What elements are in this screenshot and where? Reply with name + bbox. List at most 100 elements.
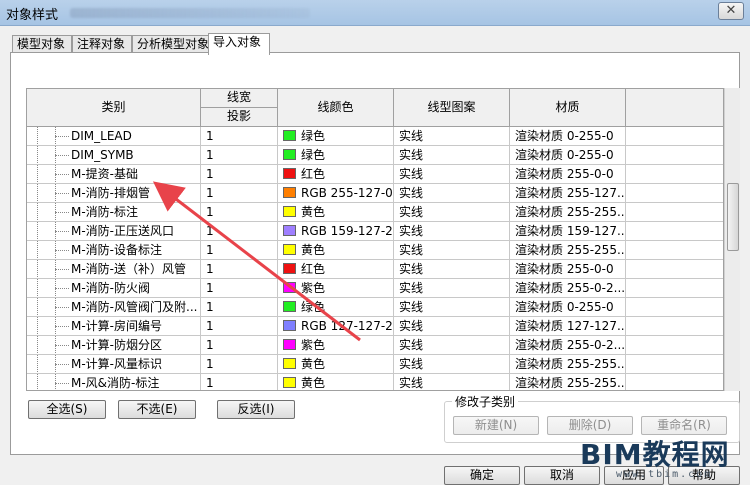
cell-material[interactable]: 渲染材质 255-255... (510, 374, 626, 390)
header-category[interactable]: 类别 (27, 89, 201, 127)
cell-line-weight[interactable]: 1 (201, 260, 278, 279)
cell-line-weight[interactable]: 1 (201, 317, 278, 336)
cell-line-weight[interactable]: 1 (201, 146, 278, 165)
cell-category[interactable]: DIM_LEAD (27, 127, 201, 146)
cell-category[interactable]: M-计算-防烟分区 (27, 336, 201, 355)
table-row[interactable]: M-计算-风量标识 1 黄色 实线 渲染材质 255-255... (27, 355, 723, 374)
cell-line-pattern[interactable]: 实线 (394, 336, 510, 355)
cell-category[interactable]: DIM_SYMB (27, 146, 201, 165)
table-row[interactable]: M-消防-正压送风口 1 RGB 159-127-255实线渲染材质 159-127… (27, 222, 723, 241)
cell-line-color[interactable]: 黄色 (278, 374, 394, 390)
table-row[interactable]: M-消防-风管阀门及附... 1 绿色 实线 渲染材质 0-255-0 (27, 298, 723, 317)
cell-material[interactable]: 渲染材质 127-127... (510, 317, 626, 336)
cell-material[interactable]: 渲染材质 0-255-0 (510, 146, 626, 165)
cell-line-weight[interactable]: 1 (201, 336, 278, 355)
cell-line-weight[interactable]: 1 (201, 184, 278, 203)
cell-line-pattern[interactable]: 实线 (394, 203, 510, 222)
cell-line-color[interactable]: 绿色 (278, 298, 394, 317)
cell-material[interactable]: 渲染材质 255-0-2... (510, 279, 626, 298)
cell-line-color[interactable]: RGB 159-127-255 (278, 222, 394, 241)
cell-category[interactable]: M-消防-标注 (27, 203, 201, 222)
cell-line-pattern[interactable]: 实线 (394, 298, 510, 317)
cell-material[interactable]: 渲染材质 0-255-0 (510, 298, 626, 317)
cell-material[interactable]: 渲染材质 0-255-0 (510, 127, 626, 146)
cell-material[interactable]: 渲染材质 255-0-0 (510, 260, 626, 279)
cell-category[interactable]: M-消防-正压送风口 (27, 222, 201, 241)
select-none-button[interactable]: 不选(E) (118, 400, 196, 419)
table-row[interactable]: DIM_SYMB 1 绿色 实线 渲染材质 0-255-0 (27, 146, 723, 165)
tab-imported-objects[interactable]: 导入对象 (208, 33, 270, 55)
cell-category[interactable]: M-消防-送（补）风管 (27, 260, 201, 279)
table-row[interactable]: M-消防-送（补）风管 1 红色 实线 渲染材质 255-0-0 (27, 260, 723, 279)
cell-line-color[interactable]: 紫色 (278, 336, 394, 355)
cell-material[interactable]: 渲染材质 255-0-0 (510, 165, 626, 184)
color-label: 绿色 (301, 148, 326, 162)
cell-line-color[interactable]: RGB 127-127-255 (278, 317, 394, 336)
cell-line-pattern[interactable]: 实线 (394, 165, 510, 184)
cell-line-pattern[interactable]: 实线 (394, 222, 510, 241)
cell-category[interactable]: M-消防-防火阀 (27, 279, 201, 298)
cell-line-color[interactable]: RGB 255-127-000 (278, 184, 394, 203)
cell-material[interactable]: 渲染材质 255-127... (510, 184, 626, 203)
select-all-button[interactable]: 全选(S) (28, 400, 106, 419)
table-row[interactable]: M-消防-排烟管 1 RGB 255-127-000实线渲染材质 255-127..… (27, 184, 723, 203)
cell-line-pattern[interactable]: 实线 (394, 374, 510, 390)
scrollbar-thumb[interactable] (727, 183, 739, 251)
table-row[interactable]: M-消防-标注 1 黄色 实线 渲染材质 255-255... (27, 203, 723, 222)
table-row[interactable]: M-消防-设备标注 1 黄色 实线 渲染材质 255-255... (27, 241, 723, 260)
cell-category[interactable]: M-计算-房间编号 (27, 317, 201, 336)
table-row[interactable]: M-计算-房间编号 1 RGB 127-127-255实线渲染材质 127-127.… (27, 317, 723, 336)
invert-selection-button[interactable]: 反选(I) (217, 400, 295, 419)
tree-branch-icon (55, 269, 69, 270)
table-row[interactable]: DIM_LEAD 1 绿色 实线 渲染材质 0-255-0 (27, 127, 723, 146)
cell-line-pattern[interactable]: 实线 (394, 355, 510, 374)
cell-material[interactable]: 渲染材质 255-255... (510, 355, 626, 374)
cell-line-pattern[interactable]: 实线 (394, 241, 510, 260)
cell-material[interactable]: 渲染材质 255-255... (510, 203, 626, 222)
cell-material[interactable]: 渲染材质 159-127... (510, 222, 626, 241)
cell-category[interactable]: M-消防-排烟管 (27, 184, 201, 203)
table-row[interactable]: M-风&消防-标注 1 黄色 实线 渲染材质 255-255... (27, 374, 723, 390)
cell-line-pattern[interactable]: 实线 (394, 279, 510, 298)
cell-line-color[interactable]: 黄色 (278, 203, 394, 222)
cell-line-color[interactable]: 紫色 (278, 279, 394, 298)
cell-category[interactable]: M-提资-基础 (27, 165, 201, 184)
cell-material[interactable]: 渲染材质 255-255... (510, 241, 626, 260)
cell-line-color[interactable]: 黄色 (278, 241, 394, 260)
cell-line-pattern[interactable]: 实线 (394, 146, 510, 165)
cell-line-color[interactable]: 绿色 (278, 146, 394, 165)
ok-button[interactable]: 确定 (444, 466, 520, 485)
tree-line-icon (37, 222, 38, 240)
cell-line-weight[interactable]: 1 (201, 298, 278, 317)
table-row[interactable]: M-消防-防火阀 1 紫色 实线 渲染材质 255-0-2... (27, 279, 723, 298)
color-swatch (283, 339, 296, 350)
cell-line-pattern[interactable]: 实线 (394, 317, 510, 336)
cell-line-pattern[interactable]: 实线 (394, 127, 510, 146)
close-button[interactable]: ✕ (718, 2, 744, 20)
cell-line-weight[interactable]: 1 (201, 241, 278, 260)
cell-line-weight[interactable]: 1 (201, 165, 278, 184)
cell-material[interactable]: 渲染材质 255-0-2... (510, 336, 626, 355)
cell-line-weight[interactable]: 1 (201, 203, 278, 222)
cell-line-weight[interactable]: 1 (201, 355, 278, 374)
category-label: M-消防-正压送风口 (71, 224, 175, 238)
cell-line-weight[interactable]: 1 (201, 127, 278, 146)
cell-category[interactable]: M-风&消防-标注 (27, 374, 201, 390)
cell-category[interactable]: M-计算-风量标识 (27, 355, 201, 374)
table-row[interactable]: M-提资-基础 1 红色 实线 渲染材质 255-0-0 (27, 165, 723, 184)
cell-line-color[interactable]: 红色 (278, 165, 394, 184)
cell-line-pattern[interactable]: 实线 (394, 184, 510, 203)
new-button[interactable]: 新建(N) (453, 416, 539, 435)
cell-line-weight[interactable]: 1 (201, 279, 278, 298)
cell-line-pattern[interactable]: 实线 (394, 260, 510, 279)
cell-category[interactable]: M-消防-设备标注 (27, 241, 201, 260)
cell-category[interactable]: M-消防-风管阀门及附... (27, 298, 201, 317)
cell-line-color[interactable]: 绿色 (278, 127, 394, 146)
cell-line-weight[interactable]: 1 (201, 374, 278, 390)
cell-line-color[interactable]: 红色 (278, 260, 394, 279)
cell-line-color[interactable]: 黄色 (278, 355, 394, 374)
cell-line-weight[interactable]: 1 (201, 222, 278, 241)
table-scrollbar[interactable] (724, 88, 740, 391)
header-empty (626, 89, 723, 127)
table-row[interactable]: M-计算-防烟分区 1 紫色 实线 渲染材质 255-0-2... (27, 336, 723, 355)
